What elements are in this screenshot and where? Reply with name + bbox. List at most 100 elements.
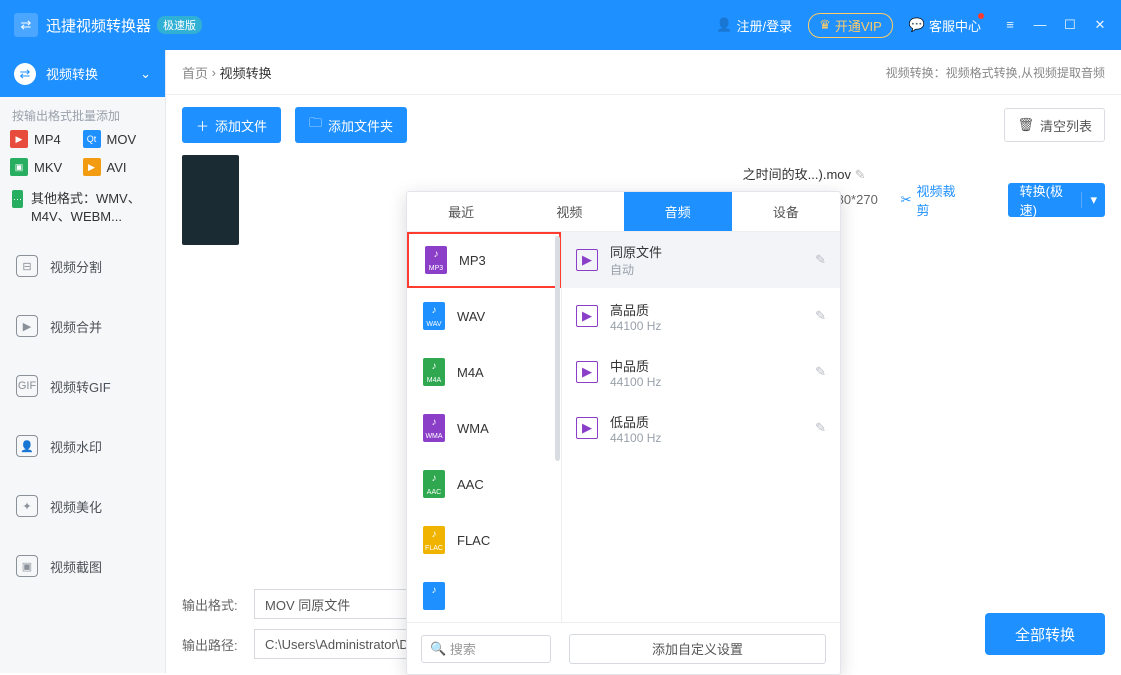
mov-icon: Qt bbox=[83, 130, 101, 148]
other-formats-label: 其他格式：WMV、M4V、WEBM... bbox=[31, 190, 153, 226]
customer-service-link[interactable]: 💬 客服中心 bbox=[909, 16, 981, 35]
format-other[interactable]: ⋯ 其他格式：WMV、M4V、WEBM... bbox=[0, 184, 165, 236]
video-icon: ▶ bbox=[576, 249, 598, 271]
add-file-button[interactable]: ＋添加文件 bbox=[182, 107, 281, 143]
convert-icon: ⇄ bbox=[14, 63, 36, 85]
tab-device[interactable]: 设备 bbox=[732, 192, 840, 231]
audio-format-wma[interactable]: WMAWMA bbox=[407, 400, 561, 456]
other-formats-icon: ⋯ bbox=[12, 190, 23, 208]
chat-icon: 💬 bbox=[909, 17, 925, 33]
sidebar: ⇄ 视频转换 ⌄ 按输出格式批量添加 ▶MP4 QtMOV ▣MKV ▶AVI … bbox=[0, 50, 166, 673]
edit-name-icon[interactable]: ✎ bbox=[855, 167, 866, 182]
edit-icon[interactable]: ✎ bbox=[815, 420, 826, 436]
video-icon: ▶ bbox=[576, 361, 598, 383]
sidebar-item-beautify[interactable]: ✦视频美化 bbox=[0, 476, 165, 536]
tab-recent[interactable]: 最近 bbox=[407, 192, 515, 231]
scissors-icon: ✂ bbox=[901, 192, 912, 208]
add-folder-button[interactable]: 🗀添加文件夹 bbox=[295, 107, 407, 143]
video-thumbnail[interactable] bbox=[182, 155, 239, 245]
close-button[interactable]: ✕ bbox=[1093, 17, 1107, 33]
sidebar-active-label: 视频转换 bbox=[46, 64, 98, 83]
convert-button[interactable]: 转换(极速) ▾ bbox=[1008, 183, 1105, 217]
file-icon bbox=[423, 582, 445, 610]
merge-icon: ▶ bbox=[16, 315, 38, 337]
convert-dropdown-icon[interactable]: ▾ bbox=[1081, 192, 1105, 208]
search-icon: 🔍 bbox=[430, 641, 450, 657]
plus-icon: ＋ bbox=[196, 116, 209, 135]
format-mkv[interactable]: ▣MKV bbox=[10, 158, 83, 176]
batch-add-caption: 按输出格式批量添加 bbox=[0, 97, 165, 130]
title-bar: ⇄ 迅捷视频转换器 极速版 👤 注册/登录 ♛ 开通VIP 💬 客服中心 ≡ —… bbox=[0, 0, 1121, 50]
m4a-file-icon: M4A bbox=[423, 358, 445, 386]
format-avi[interactable]: ▶AVI bbox=[83, 158, 156, 176]
edition-badge: 极速版 bbox=[157, 16, 202, 34]
quality-option[interactable]: ▶同原文件自动✎ bbox=[562, 232, 840, 288]
clear-list-button[interactable]: 🗑清空列表 bbox=[1004, 108, 1105, 142]
flac-file-icon: FLAC bbox=[423, 526, 445, 554]
video-icon: ▶ bbox=[576, 305, 598, 327]
video-clip-button[interactable]: ✂视频裁剪 bbox=[901, 181, 962, 219]
aac-file-icon: AAC bbox=[423, 470, 445, 498]
quality-option[interactable]: ▶中品质44100 Hz✎ bbox=[562, 344, 840, 400]
toolbar: ＋添加文件 🗀添加文件夹 🗑清空列表 bbox=[166, 95, 1121, 155]
audio-format-wav[interactable]: WAVWAV bbox=[407, 288, 561, 344]
register-label: 注册/登录 bbox=[737, 16, 793, 35]
watermark-icon: 👤 bbox=[16, 435, 38, 457]
breadcrumb-home[interactable]: 首页 bbox=[182, 63, 208, 82]
video-icon: ▶ bbox=[576, 417, 598, 439]
beautify-icon: ✦ bbox=[16, 495, 38, 517]
quality-option[interactable]: ▶高品质44100 Hz✎ bbox=[562, 288, 840, 344]
app-logo-icon: ⇄ bbox=[14, 13, 38, 37]
quality-option[interactable]: ▶低品质44100 Hz✎ bbox=[562, 400, 840, 456]
audio-format-m4a[interactable]: M4AM4A bbox=[407, 344, 561, 400]
convert-all-button[interactable]: 全部转换 bbox=[985, 613, 1105, 655]
minimize-button[interactable]: — bbox=[1033, 17, 1047, 33]
format-search-input[interactable]: 🔍 搜索 bbox=[421, 635, 551, 663]
breadcrumb-current: 视频转换 bbox=[220, 63, 272, 82]
audio-format-more[interactable] bbox=[407, 568, 561, 622]
format-picker-popup: 最近 视频 音频 设备 MP3MP3WAVWAVM4AM4AWMAWMAAACA… bbox=[406, 191, 841, 675]
format-mp4[interactable]: ▶MP4 bbox=[10, 130, 83, 148]
edit-icon[interactable]: ✎ bbox=[815, 308, 826, 324]
audio-format-flac[interactable]: FLACFLAC bbox=[407, 512, 561, 568]
sidebar-item-watermark[interactable]: 👤视频水印 bbox=[0, 416, 165, 476]
tab-audio[interactable]: 音频 bbox=[624, 192, 732, 231]
screenshot-icon: ▣ bbox=[16, 555, 38, 577]
output-path-label: 输出路径: bbox=[182, 635, 242, 654]
folder-icon: 🗀 bbox=[309, 114, 322, 136]
mp3-file-icon: MP3 bbox=[425, 246, 447, 274]
sidebar-item-screenshot[interactable]: ▣视频截图 bbox=[0, 536, 165, 596]
menu-button[interactable]: ≡ bbox=[1003, 17, 1017, 33]
edit-icon[interactable]: ✎ bbox=[815, 252, 826, 268]
quality-list: ▶同原文件自动✎▶高品质44100 Hz✎▶中品质44100 Hz✎▶低品质44… bbox=[562, 232, 840, 622]
app-title: 迅捷视频转换器 bbox=[46, 15, 151, 36]
sidebar-item-video-convert[interactable]: ⇄ 视频转换 ⌄ bbox=[0, 50, 165, 97]
edit-icon[interactable]: ✎ bbox=[815, 364, 826, 380]
tab-video[interactable]: 视频 bbox=[515, 192, 623, 231]
format-mov[interactable]: QtMOV bbox=[83, 130, 156, 148]
sidebar-item-gif[interactable]: GIF视频转GIF bbox=[0, 356, 165, 416]
mkv-icon: ▣ bbox=[10, 158, 28, 176]
audio-format-aac[interactable]: AACAAC bbox=[407, 456, 561, 512]
scrollbar[interactable] bbox=[555, 236, 560, 461]
audio-format-list: MP3MP3WAVWAVM4AM4AWMAWMAAACAACFLACFLAC bbox=[407, 232, 562, 622]
file-name: 之时间的玫...).mov bbox=[743, 167, 851, 182]
add-custom-settings-button[interactable]: 添加自定义设置 bbox=[569, 634, 826, 664]
audio-format-mp3[interactable]: MP3MP3 bbox=[407, 232, 561, 288]
page-description: 视频转换：视频格式转换,从视频提取音频 bbox=[886, 64, 1105, 81]
maximize-button[interactable]: ☐ bbox=[1063, 17, 1077, 33]
open-vip-button[interactable]: ♛ 开通VIP bbox=[808, 13, 893, 38]
user-icon: 👤 bbox=[716, 17, 732, 33]
mp4-icon: ▶ bbox=[10, 130, 28, 148]
notification-dot-icon bbox=[978, 13, 984, 19]
split-icon: ⊟ bbox=[16, 255, 38, 277]
crown-icon: ♛ bbox=[819, 17, 831, 33]
sidebar-item-split[interactable]: ⊟视频分割 bbox=[0, 236, 165, 296]
main-panel: 首页 › 视频转换 视频转换：视频格式转换,从视频提取音频 ＋添加文件 🗀添加文… bbox=[166, 50, 1121, 673]
vip-label: 开通VIP bbox=[835, 16, 882, 35]
avi-icon: ▶ bbox=[83, 158, 101, 176]
sidebar-item-merge[interactable]: ▶视频合并 bbox=[0, 296, 165, 356]
wma-file-icon: WMA bbox=[423, 414, 445, 442]
chevron-right-icon: › bbox=[208, 65, 220, 80]
register-login-link[interactable]: 👤 注册/登录 bbox=[716, 16, 792, 35]
